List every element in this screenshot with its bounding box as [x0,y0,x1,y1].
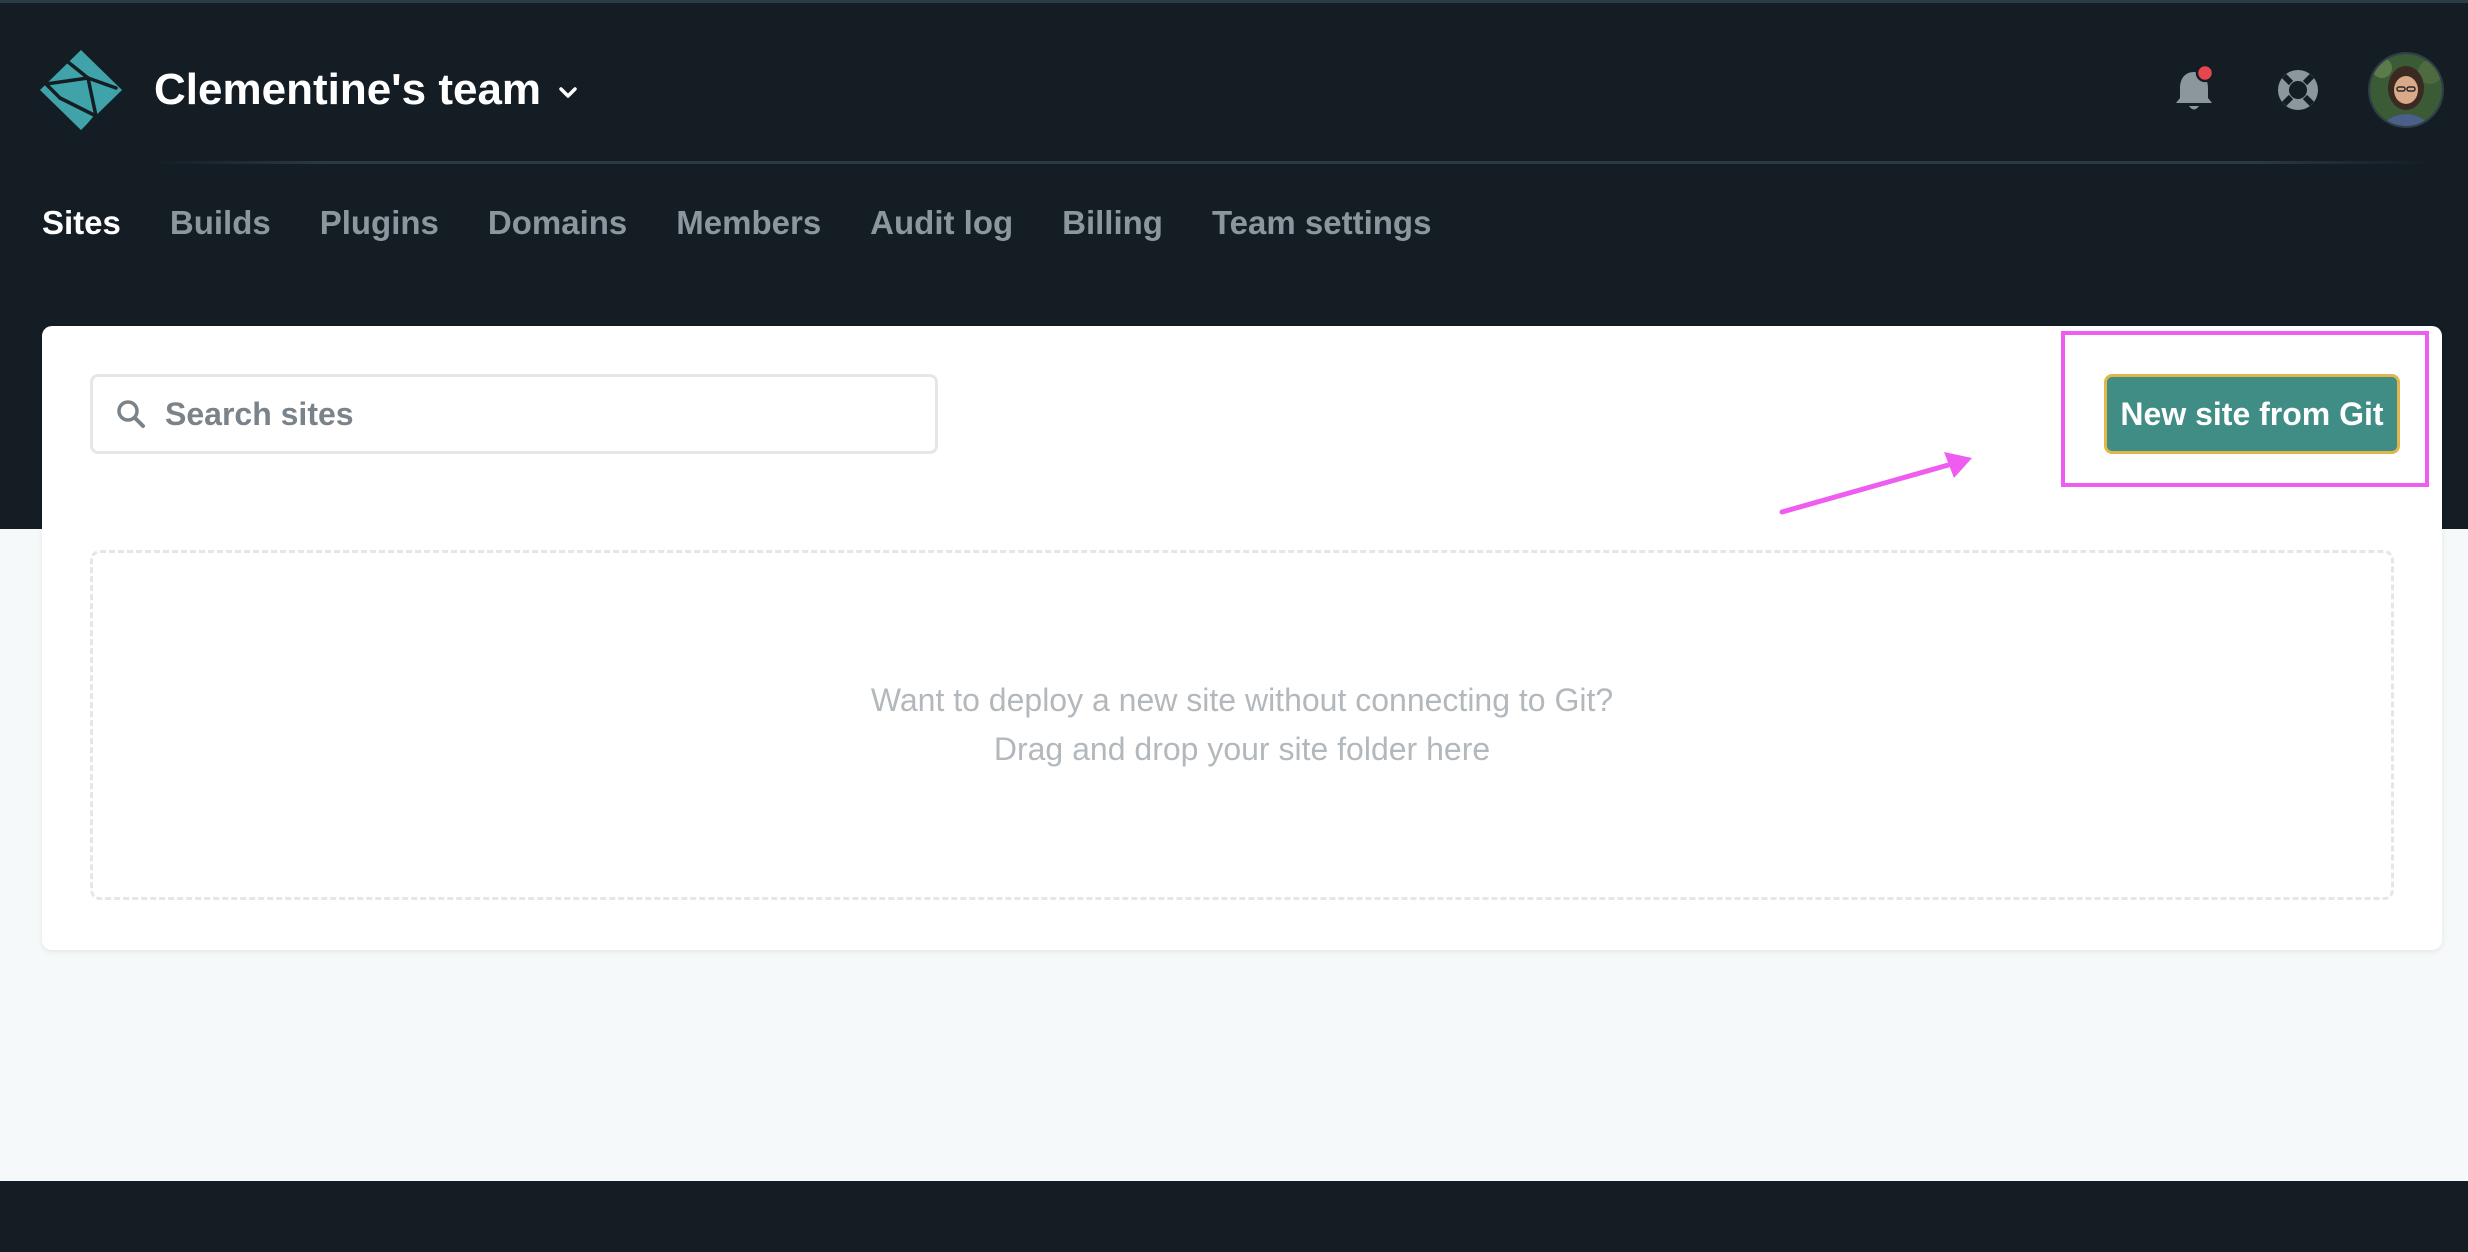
annotation-arrow [1779,452,1972,515]
header-divider [150,161,2430,164]
footer-bar [0,1181,2468,1252]
search-input[interactable] [165,395,925,433]
tab-sites[interactable]: Sites [42,204,121,242]
team-name: Clementine's team [154,65,542,114]
tab-audit-log[interactable]: Audit log [870,204,1013,242]
search-box[interactable] [90,374,938,454]
tab-team-settings[interactable]: Team settings [1212,204,1431,242]
tab-domains[interactable]: Domains [488,204,627,242]
chevron-down-icon [559,87,577,98]
help-button[interactable] [2268,60,2328,120]
user-avatar[interactable] [2370,54,2442,126]
drop-zone[interactable]: Want to deploy a new site without connec… [90,550,2394,900]
tab-billing[interactable]: Billing [1062,204,1163,242]
bell-icon [2176,63,2215,110]
avatar-image [2370,54,2442,126]
dropzone-line-2: Drag and drop your site folder here [993,731,1491,767]
tab-builds[interactable]: Builds [170,204,271,242]
tab-members[interactable]: Members [676,204,821,242]
tab-plugins[interactable]: Plugins [320,204,439,242]
search-icon [117,400,145,428]
team-nav: Sites Builds Plugins Domains Members Aud… [42,196,1431,250]
dropzone-line-1: Want to deploy a new site without connec… [870,682,1614,718]
annotation-highlight-box [2061,331,2429,487]
team-switcher[interactable]: Clementine's team [154,60,579,120]
lifebuoy-icon [2278,70,2318,110]
notifications-button[interactable] [2164,60,2224,120]
netlify-logo-icon[interactable] [38,48,124,132]
